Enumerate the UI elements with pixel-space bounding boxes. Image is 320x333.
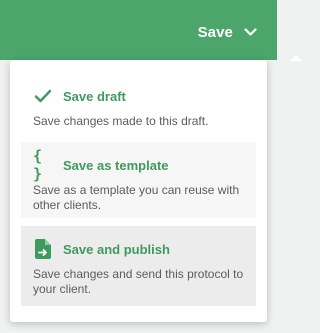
- menu-item-description: Save as a template you can reuse with ot…: [33, 183, 240, 212]
- top-bar: Save: [0, 0, 277, 60]
- menu-item-description: Save changes and send this protocol to y…: [33, 267, 244, 296]
- chevron-down-icon: [243, 25, 257, 39]
- menu-caret: [290, 55, 302, 61]
- menu-item-save-as-template[interactable]: { } Save as template Save as a template …: [21, 142, 256, 218]
- braces-icon: { }: [33, 147, 42, 183]
- save-button-label: Save: [197, 23, 233, 41]
- menu-item-description: Save changes made to this draft.: [33, 114, 209, 128]
- save-options-menu: Save draft Save changes made to this dra…: [10, 60, 267, 322]
- save-dropdown-button[interactable]: Save: [198, 21, 257, 43]
- menu-item-title: Save draft: [63, 88, 126, 104]
- menu-item-save-draft[interactable]: Save draft Save changes made to this dra…: [21, 73, 256, 131]
- menu-item-title: Save as template: [63, 157, 169, 173]
- document-send-icon: [33, 239, 53, 259]
- menu-item-title: Save and publish: [63, 241, 170, 257]
- menu-item-save-and-publish[interactable]: Save and publish Save changes and send t…: [21, 226, 256, 306]
- checkmark-icon: [33, 86, 53, 106]
